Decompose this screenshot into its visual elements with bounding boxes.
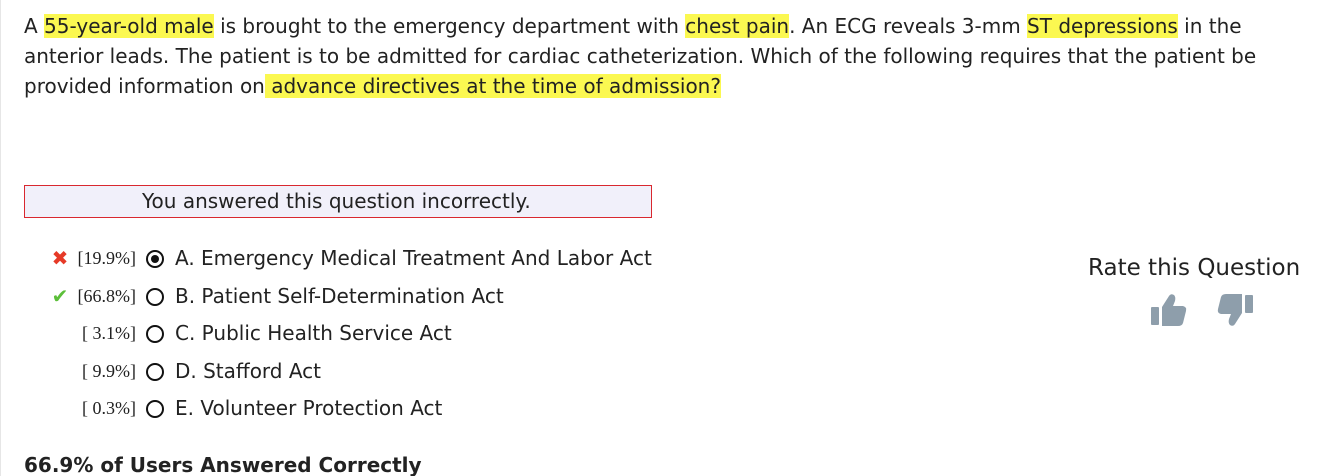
incorrect-mark-icon: ✖	[51, 246, 69, 270]
answer-percentage: [ 9.9%]	[82, 360, 136, 381]
rate-question-title: Rate this Question	[1088, 255, 1301, 281]
answer-choice-a[interactable]: ✖ [19.9%] A. Emergency Medical Treatment…	[1, 240, 701, 278]
incorrect-answer-banner: You answered this question incorrectly.	[24, 185, 652, 218]
answer-text[interactable]: E. Volunteer Protection Act	[175, 395, 442, 421]
answer-choice-c[interactable]: [ 3.1%] C. Public Health Service Act	[1, 315, 701, 353]
correct-checkmark-icon: ✔	[51, 283, 69, 308]
highlighted-phrase: ST depressions	[1027, 14, 1178, 38]
radio-button-selected[interactable]	[146, 250, 164, 268]
question-stem: A 55-year-old male is brought to the eme…	[24, 11, 1314, 101]
answer-choice-e[interactable]: [ 0.3%] E. Volunteer Protection Act	[1, 390, 701, 428]
answer-percentage: [66.8%]	[77, 285, 136, 306]
radio-button[interactable]	[146, 325, 164, 343]
answer-choice-d[interactable]: [ 9.9%] D. Stafford Act	[1, 353, 701, 391]
answer-text[interactable]: A. Emergency Medical Treatment And Labor…	[175, 245, 652, 271]
radio-button[interactable]	[146, 362, 164, 381]
thumbs-up-icon[interactable]	[1149, 292, 1189, 328]
radio-button[interactable]	[146, 400, 164, 418]
highlighted-phrase: chest pain	[685, 14, 790, 38]
question-segment: . An ECG reveals 3-mm	[789, 14, 1028, 38]
answer-percentage: [ 3.1%]	[82, 323, 136, 343]
answer-text[interactable]: D. Stafford Act	[175, 358, 321, 384]
highlighted-phrase: advance directives at the time of admiss…	[264, 74, 721, 98]
highlighted-phrase: 55-year-old male	[44, 14, 214, 38]
thumbs-down-icon[interactable]	[1215, 292, 1255, 328]
answer-text[interactable]: B. Patient Self-Determination Act	[175, 283, 504, 309]
answer-choice-b[interactable]: ✔ [66.8%] B. Patient Self-Determination …	[1, 278, 701, 316]
result-message: You answered this question incorrectly.	[142, 189, 531, 213]
answer-percentage: [19.9%]	[77, 248, 136, 268]
answer-percentage: [ 0.3%]	[82, 398, 136, 418]
question-segment: A	[24, 14, 45, 38]
answer-choices: ✖ [19.9%] A. Emergency Medical Treatment…	[1, 240, 701, 428]
answer-text[interactable]: C. Public Health Service Act	[175, 320, 452, 346]
question-segment: is brought to the emergency department w…	[213, 14, 686, 38]
radio-button[interactable]	[146, 287, 164, 306]
percent-correct-summary: 66.9% of Users Answered Correctly	[24, 453, 422, 476]
